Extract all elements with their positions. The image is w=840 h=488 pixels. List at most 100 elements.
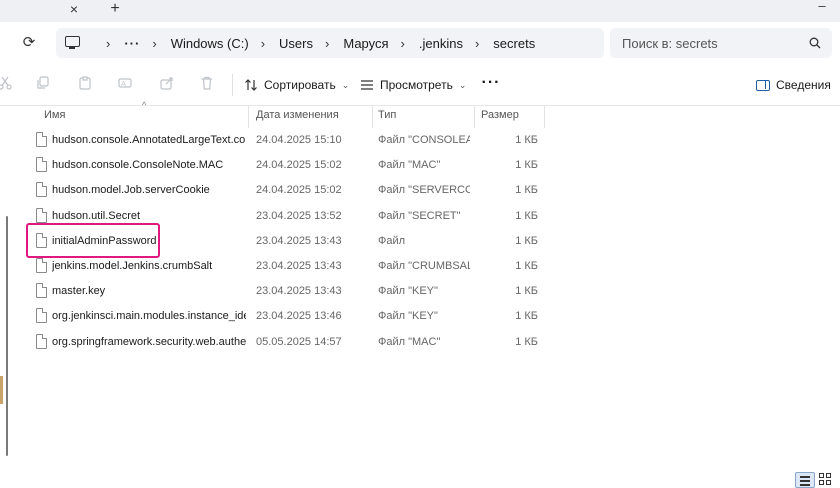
details-view-button[interactable]	[795, 472, 815, 488]
file-type: Файл "MAC"	[378, 335, 441, 348]
file-type: Файл "CRUMBSALT"	[378, 259, 470, 272]
file-row[interactable]: org.springframework.security.web.authent…	[26, 330, 546, 355]
chevron-right-icon[interactable]: ›	[106, 36, 110, 51]
file-icon	[36, 283, 47, 299]
column-divider[interactable]	[372, 106, 373, 128]
file-name: master.key	[52, 285, 106, 298]
navigation-pane-marker	[0, 376, 3, 404]
details-pane-button[interactable]: Сведения	[756, 72, 831, 98]
tab-close-icon[interactable]: ×	[66, 1, 82, 17]
highlight-box	[26, 223, 160, 258]
file-row[interactable]: hudson.console.AnnotatedLargeText.consol…	[26, 128, 546, 153]
column-header-size[interactable]: Размер	[481, 109, 519, 121]
file-name: hudson.util.Secret	[52, 209, 141, 222]
column-header-name[interactable]: Имя	[44, 109, 65, 121]
breadcrumb-item-users[interactable]: Users	[279, 36, 313, 51]
details-pane-label: Сведения	[776, 78, 831, 92]
file-size: 1 КБ	[515, 234, 538, 247]
refresh-icon[interactable]: ⟳	[20, 34, 38, 52]
chevron-right-icon[interactable]: ›	[401, 36, 405, 51]
svg-text:A: A	[121, 80, 126, 88]
file-name: jenkins.model.Jenkins.crumbSalt	[52, 259, 213, 272]
search-input[interactable]	[622, 28, 802, 58]
chevron-right-icon[interactable]: ›	[325, 36, 329, 51]
file-date: 24.04.2025 15:02	[256, 159, 342, 172]
column-divider[interactable]	[544, 106, 545, 128]
file-row[interactable]: hudson.model.Job.serverCookie 24.04.2025…	[26, 178, 546, 203]
file-type: Файл "SERVERCOOKIE"	[378, 184, 470, 197]
window-minimize-icon[interactable]: –	[812, 0, 832, 16]
more-options-button[interactable]: ···	[480, 72, 502, 98]
file-type: Файл "SECRET"	[378, 209, 461, 222]
rename-icon[interactable]: A	[116, 76, 134, 94]
navigation-pane-scrollbar[interactable]	[6, 216, 8, 456]
file-row[interactable]: hudson.console.ConsoleNote.MAC 24.04.202…	[26, 153, 546, 178]
tiles-view-icon-square	[826, 480, 831, 485]
chevron-down-icon: ⌄	[458, 79, 467, 90]
breadcrumb-item-secrets[interactable]: secrets	[493, 36, 535, 51]
sort-ascending-icon: ^	[142, 100, 147, 110]
tiles-view-icon-square	[819, 480, 824, 485]
file-size: 1 КБ	[515, 310, 538, 323]
view-list-icon	[361, 80, 373, 90]
column-header-type[interactable]: Тип	[378, 109, 396, 121]
file-icon	[36, 308, 47, 324]
breadcrumb: › ··· › Windows (C:) › Users › Маруся › …	[94, 28, 535, 58]
file-icon	[36, 132, 47, 147]
this-pc-icon[interactable]	[65, 36, 80, 49]
column-divider[interactable]	[474, 106, 475, 128]
file-size: 1 КБ	[515, 184, 538, 197]
search-icon[interactable]	[809, 37, 821, 49]
sort-button[interactable]: Сортировать ⌄	[244, 72, 349, 98]
cut-icon[interactable]	[0, 76, 14, 94]
breadcrumb-overflow[interactable]: ···	[124, 36, 140, 51]
file-size: 1 КБ	[515, 335, 538, 348]
breadcrumb-item-user[interactable]: Маруся	[343, 36, 388, 51]
file-size: 1 КБ	[515, 134, 538, 146]
file-date: 24.04.2025 15:10	[256, 134, 342, 146]
chevron-down-icon: ⌄	[341, 79, 350, 90]
details-view-icon-line	[800, 484, 810, 486]
sort-button-label: Сортировать	[264, 78, 336, 92]
navigation-pane-edge	[0, 106, 14, 470]
navigation-bar: ⟳ › ··· › Windows (C:) › Users › Маруся …	[0, 22, 840, 64]
file-date: 23.04.2025 13:46	[256, 310, 342, 323]
file-name: org.springframework.security.web.authent…	[52, 335, 246, 348]
file-name: hudson.console.AnnotatedLargeText.consol…	[52, 134, 246, 146]
file-date: 23.04.2025 13:43	[256, 259, 342, 272]
chevron-right-icon[interactable]: ›	[475, 36, 479, 51]
column-divider[interactable]	[248, 106, 249, 128]
file-icon	[36, 333, 47, 349]
column-header-date[interactable]: Дата изменения	[256, 109, 339, 121]
sort-icon	[245, 79, 257, 91]
share-icon[interactable]	[158, 76, 176, 94]
search-box[interactable]	[610, 28, 832, 58]
view-button-label: Просмотреть	[380, 78, 453, 92]
copy-icon[interactable]	[34, 76, 52, 94]
tiles-view-button[interactable]	[819, 473, 833, 486]
file-size: 1 КБ	[515, 159, 538, 172]
chevron-right-icon[interactable]: ›	[152, 36, 156, 51]
details-pane-icon	[756, 79, 770, 91]
tiles-view-icon-square	[826, 473, 831, 478]
file-row[interactable]: master.key 23.04.2025 13:43 Файл "KEY" 1…	[26, 279, 546, 304]
breadcrumb-item-drive[interactable]: Windows (C:)	[171, 36, 249, 51]
view-button[interactable]: Просмотреть ⌄	[360, 72, 466, 98]
column-header-row: ^ Имя Дата изменения Тип Размер	[26, 100, 546, 128]
file-size: 1 КБ	[515, 209, 538, 222]
paste-icon[interactable]	[76, 76, 94, 94]
breadcrumb-item-jenkins[interactable]: .jenkins	[419, 36, 463, 51]
file-size: 1 КБ	[515, 259, 538, 272]
chevron-right-icon[interactable]: ›	[261, 36, 265, 51]
address-bar[interactable]: › ··· › Windows (C:) › Users › Маруся › …	[56, 28, 604, 58]
new-tab-icon[interactable]: +	[106, 0, 124, 18]
file-type: Файл "MAC"	[378, 159, 441, 172]
file-type: Файл "KEY"	[378, 310, 438, 323]
file-type: Файл "KEY"	[378, 285, 438, 298]
delete-icon[interactable]	[198, 76, 216, 94]
file-type: Файл	[378, 234, 406, 247]
command-bar: A Сортировать ⌄ Просмотреть ⌄ ··· Сведен…	[0, 64, 840, 106]
file-row[interactable]: org.jenkinsci.main.modules.instance_iden…	[26, 304, 546, 329]
tiles-view-icon	[819, 473, 824, 478]
file-date: 23.04.2025 13:52	[256, 209, 342, 222]
